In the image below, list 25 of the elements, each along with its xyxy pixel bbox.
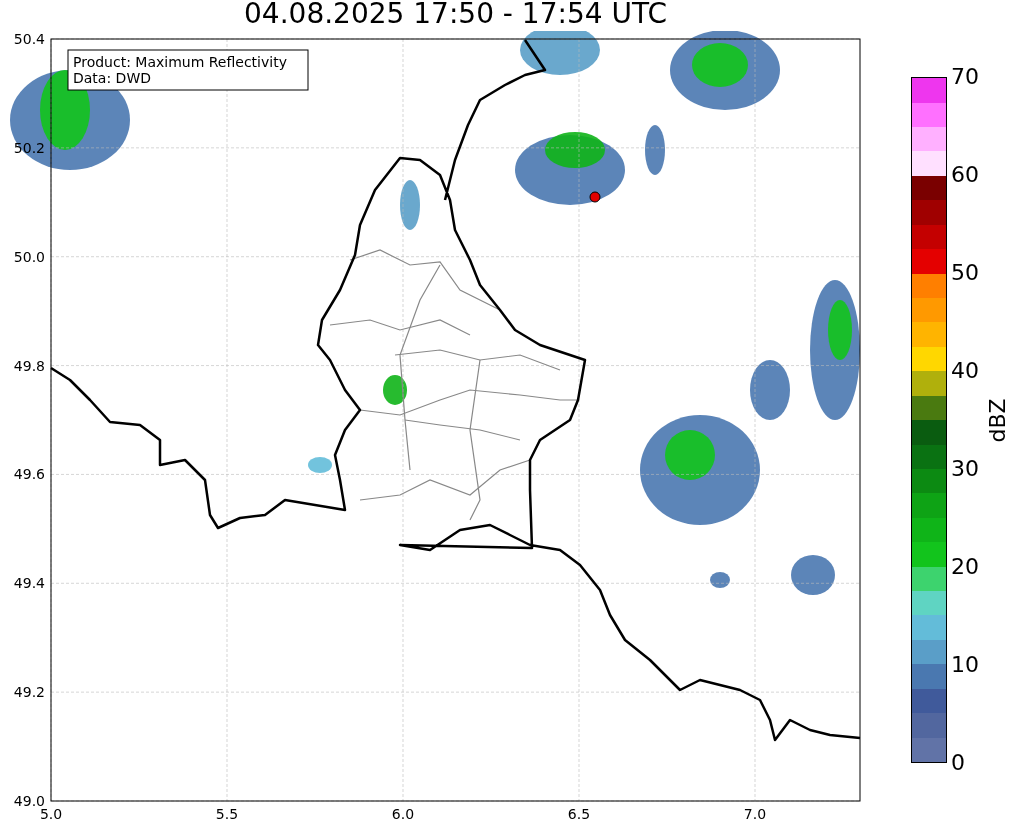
- info-text: Data: DWD: [73, 70, 151, 86]
- colorbar-tick-label: 30: [951, 456, 979, 482]
- colorbar-tick-label: 70: [951, 64, 979, 90]
- colorbar-tick-label: 0: [951, 750, 966, 776]
- colorbar-tick-label: 20: [951, 554, 979, 580]
- y-tick-label: 49.2: [13, 684, 45, 701]
- colorbar-tick-label: 50: [951, 260, 979, 286]
- y-tick-label: 49.0: [13, 793, 45, 809]
- plot-title: 04.08.2025 17:50 - 17:54 UTC: [244, 0, 667, 31]
- colorbar-label: dBZ: [983, 397, 1011, 443]
- y-tick-label: 50.4: [13, 31, 45, 47]
- y-tick-label: 49.8: [13, 357, 45, 374]
- colorbar-tick-label: 40: [951, 358, 979, 384]
- x-tick-label: 5.5: [215, 806, 239, 822]
- x-tick-label: 6.5: [567, 806, 591, 822]
- colorbar-tick-label: 10: [951, 652, 979, 678]
- colorbar-tick-label: 60: [951, 162, 979, 188]
- info-text: Product: Maximum Reflectivity: [73, 54, 287, 70]
- x-tick-label: 7.0: [743, 806, 767, 822]
- x-tick-label: 5.0: [39, 806, 63, 822]
- x-tick-label: 6.0: [391, 806, 415, 822]
- y-tick-label: 49.4: [13, 575, 45, 592]
- y-tick-label: 49.6: [13, 466, 45, 483]
- y-tick-label: 50.0: [13, 248, 45, 265]
- location-marker: [589, 191, 601, 203]
